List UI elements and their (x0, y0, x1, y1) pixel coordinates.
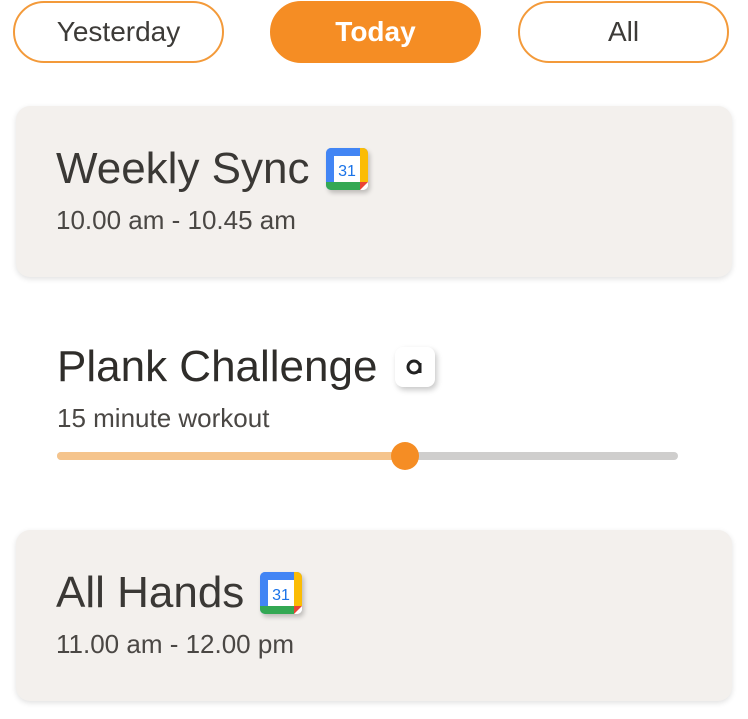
google-calendar-icon: 31 (325, 148, 368, 190)
tab-all[interactable]: All (518, 1, 729, 63)
svg-text:31: 31 (338, 163, 356, 180)
google-calendar-icon: 31 (260, 572, 303, 614)
challenge-title-row: Plank Challenge (57, 342, 436, 392)
challenge-progress-bar (57, 442, 678, 470)
progress-fill (57, 452, 405, 460)
event-title-row: All Hands 31 (56, 568, 303, 618)
tab-yesterday[interactable]: Yesterday (13, 1, 224, 63)
date-filter-tabs: Yesterday Today All (0, 0, 748, 70)
event-card[interactable]: All Hands 31 11.00 am - 12.00 pm (16, 530, 732, 701)
challenge-subtitle: 15 minute workout (57, 403, 270, 433)
event-title: All Hands (56, 568, 245, 617)
tab-today[interactable]: Today (270, 1, 481, 63)
event-card[interactable]: Weekly Sync 31 10.00 am - 10.45 am (16, 106, 732, 277)
challenge-section: Plank Challenge 15 minute workout (0, 330, 748, 480)
event-title: Weekly Sync (56, 144, 310, 193)
progress-knob[interactable] (390, 442, 419, 470)
event-time: 10.00 am - 10.45 am (56, 205, 296, 235)
event-title-row: Weekly Sync 31 (56, 144, 368, 194)
app-badge-icon (395, 347, 436, 387)
challenge-title: Plank Challenge (57, 342, 378, 391)
event-time: 11.00 am - 12.00 pm (56, 629, 294, 659)
svg-text:31: 31 (272, 587, 290, 604)
